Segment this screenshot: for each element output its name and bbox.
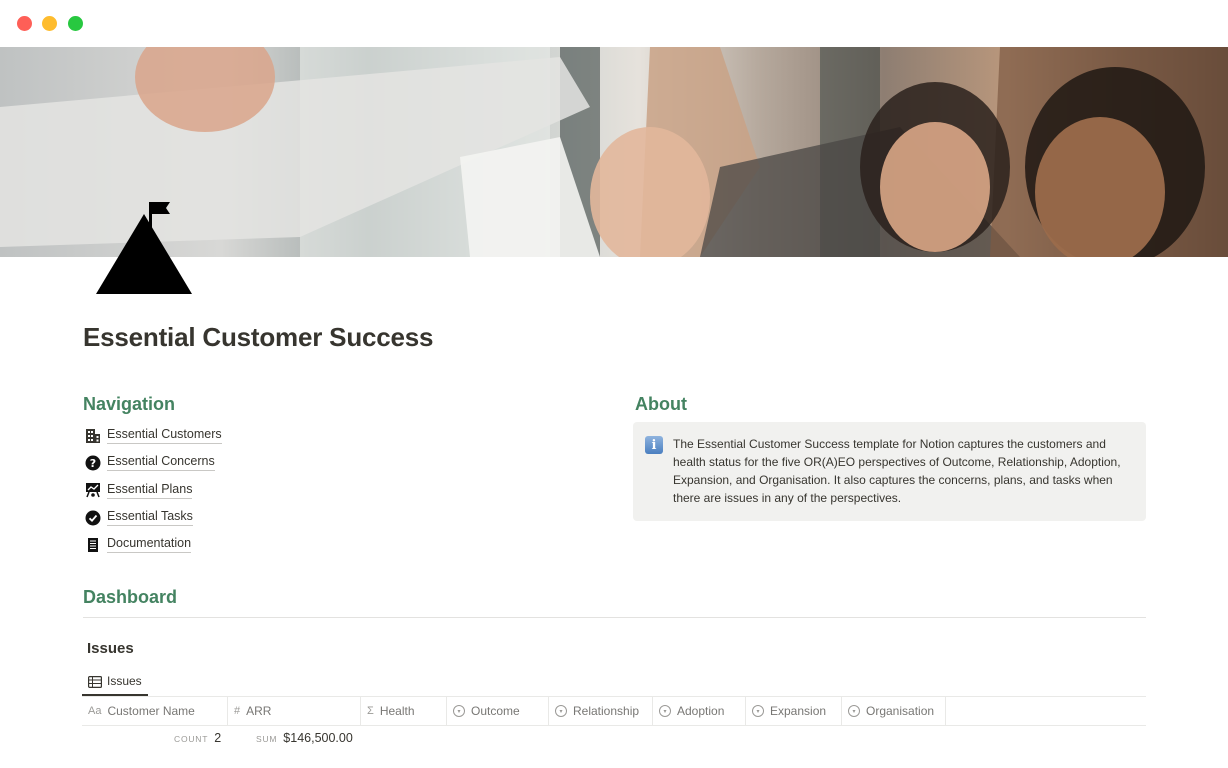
column-header-customer-name[interactable]: Aa Customer Name bbox=[82, 697, 228, 725]
select-property-icon: ▾ bbox=[453, 705, 465, 717]
sum-label: SUM bbox=[256, 734, 278, 744]
nav-link-essential-concerns[interactable]: ? Essential Concerns bbox=[84, 449, 384, 476]
about-callout: i The Essential Customer Success templat… bbox=[633, 422, 1146, 521]
nav-link-essential-customers[interactable]: Essential Customers bbox=[84, 422, 384, 449]
about-heading: About bbox=[635, 394, 687, 414]
column-header-health[interactable]: Σ Health bbox=[361, 697, 447, 725]
about-text: The Essential Customer Success template … bbox=[673, 437, 1121, 505]
column-label: Expansion bbox=[770, 704, 827, 718]
table-footer: COUNT 2 SUM $146,500.00 bbox=[82, 731, 482, 753]
nav-link-documentation[interactable]: Documentation bbox=[84, 531, 384, 558]
nav-link-label: Documentation bbox=[107, 536, 192, 554]
table-header: Aa Customer Name # ARR Σ Health ▾ Outcom… bbox=[82, 696, 1146, 726]
zoom-window-button[interactable] bbox=[68, 16, 83, 31]
select-property-icon: ▾ bbox=[555, 705, 567, 717]
column-header-adoption[interactable]: ▾ Adoption bbox=[653, 697, 746, 725]
mountain-flag-icon[interactable] bbox=[94, 200, 194, 296]
select-property-icon: ▾ bbox=[848, 705, 860, 717]
formula-property-icon: Σ bbox=[367, 705, 374, 717]
table-view-icon bbox=[88, 675, 103, 689]
nav-link-label: Essential Customers bbox=[107, 427, 222, 445]
navigation-heading: Navigation bbox=[83, 394, 176, 414]
page-title: Essential Customer Success bbox=[83, 322, 434, 352]
view-tab-label: Issues bbox=[107, 674, 142, 688]
select-property-icon: ▾ bbox=[752, 705, 764, 717]
column-label: Organisation bbox=[866, 704, 935, 718]
navigation-list: Essential Customers ? Essential Concerns… bbox=[84, 422, 384, 558]
heading-divider bbox=[83, 617, 1146, 618]
building-icon bbox=[84, 427, 102, 445]
nav-link-essential-plans[interactable]: Essential Plans bbox=[84, 477, 384, 504]
column-label: Relationship bbox=[573, 704, 640, 718]
check-circle-icon bbox=[84, 509, 102, 527]
sum-value: $146,500.00 bbox=[283, 731, 353, 745]
nav-link-label: Essential Plans bbox=[107, 482, 193, 499]
svg-text:?: ? bbox=[90, 457, 96, 470]
count-value: 2 bbox=[214, 731, 222, 745]
nav-link-label: Essential Tasks bbox=[107, 509, 193, 527]
column-label: Outcome bbox=[471, 704, 520, 718]
nav-link-label: Essential Concerns bbox=[107, 454, 215, 472]
column-label: Adoption bbox=[677, 704, 725, 718]
nav-link-essential-tasks[interactable]: Essential Tasks bbox=[84, 504, 384, 531]
column-header-organisation[interactable]: ▾ Organisation bbox=[842, 697, 946, 725]
sum-aggregate[interactable]: SUM $146,500.00 bbox=[256, 731, 353, 745]
view-tab-issues[interactable]: Issues bbox=[82, 668, 148, 696]
presentation-board-icon bbox=[84, 481, 102, 499]
document-icon bbox=[84, 536, 102, 554]
dashboard-heading: Dashboard bbox=[83, 587, 178, 607]
select-property-icon: ▾ bbox=[659, 705, 671, 717]
question-circle-icon: ? bbox=[84, 454, 102, 472]
column-header-relationship[interactable]: ▾ Relationship bbox=[549, 697, 653, 725]
database-title[interactable]: Issues bbox=[87, 640, 134, 657]
column-label: Health bbox=[379, 704, 415, 718]
column-header-expansion[interactable]: ▾ Expansion bbox=[746, 697, 842, 725]
column-label: ARR bbox=[246, 704, 272, 718]
close-window-button[interactable] bbox=[17, 16, 32, 31]
column-header-arr[interactable]: # ARR bbox=[228, 697, 361, 725]
minimize-window-button[interactable] bbox=[42, 16, 57, 31]
number-property-icon: # bbox=[234, 705, 241, 717]
count-aggregate[interactable]: COUNT 2 bbox=[174, 731, 221, 745]
text-property-icon: Aa bbox=[88, 705, 102, 717]
window-titlebar bbox=[0, 0, 1228, 47]
column-label: Customer Name bbox=[107, 704, 195, 718]
info-icon: i bbox=[645, 436, 663, 454]
column-header-outcome[interactable]: ▾ Outcome bbox=[447, 697, 549, 725]
count-label: COUNT bbox=[174, 734, 209, 744]
